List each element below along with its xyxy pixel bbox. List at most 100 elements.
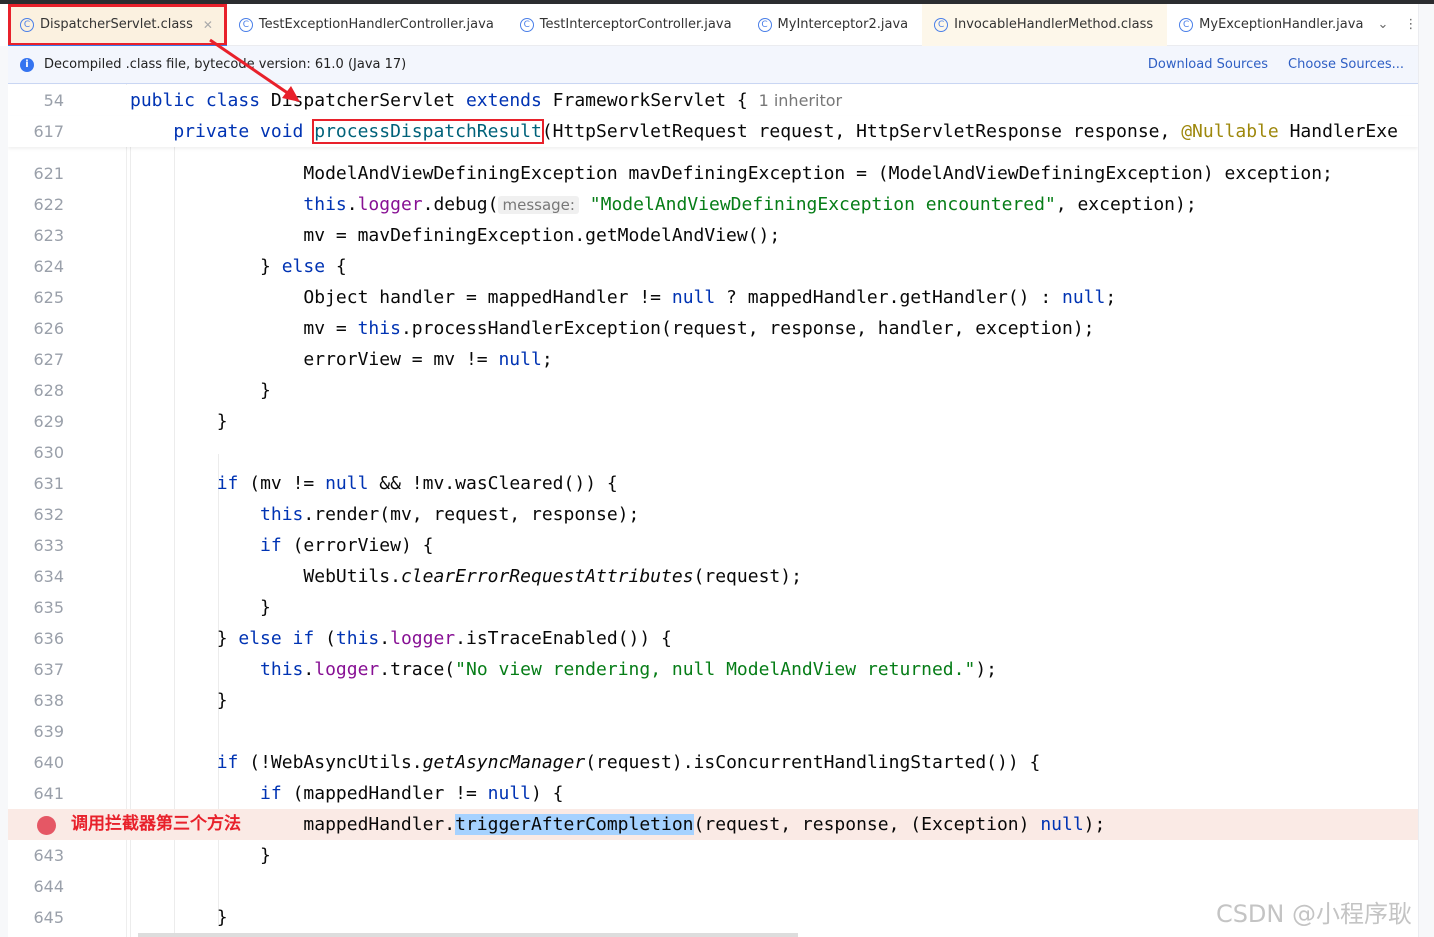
code-text: } (130, 592, 271, 623)
code-token: if (260, 535, 282, 556)
code-token: ; (1105, 287, 1117, 308)
line-number: 641 (33, 784, 64, 803)
code-text: WebUtils.clearErrorRequestAttributes(req… (130, 561, 802, 592)
code-text: } (130, 406, 228, 437)
code-token: ModelAndViewDefiningException mavDefinin… (130, 163, 1333, 184)
tab-invocablehandlermethod-class[interactable]: C InvocableHandlerMethod.class (922, 3, 1168, 46)
code-editor[interactable]: 54 public class DispatcherServlet extends… (8, 84, 1418, 937)
code-line: 636 } else if (this.logger.isTraceEnable… (8, 623, 1418, 654)
tab-testexceptionhandlercontroller-java[interactable]: C TestExceptionHandlerController.java (227, 4, 508, 46)
code-token: (request, response, (Exception) (693, 814, 1041, 835)
code-token: (request).isConcurrentHandlingStarted())… (585, 752, 1041, 773)
tab-myexceptionhandler-java[interactable]: C MyExceptionHandler.java (1167, 4, 1377, 46)
code-token: public class (130, 90, 271, 111)
code-line: 635 } (8, 592, 1418, 623)
code-token: mv = mavDefiningException.getModelAndVie… (130, 225, 781, 246)
class-icon: C (238, 17, 253, 32)
class-icon: C (934, 17, 949, 32)
code-line: 621 ModelAndViewDefiningException mavDef… (8, 158, 1418, 189)
code-line: 623 mv = mavDefiningException.getModelAn… (8, 220, 1418, 251)
code-token: .render(mv, request, response); (303, 504, 640, 525)
code-text: } (130, 685, 228, 716)
line-number: 623 (33, 226, 64, 245)
more-options-icon[interactable]: ⋮ (1404, 17, 1417, 32)
code-token: ); (1083, 814, 1106, 835)
tab-list-chevron-icon[interactable]: ⌄ (1377, 17, 1388, 32)
code-text: errorView = mv != null; (130, 344, 552, 375)
code-token: .debug( (422, 194, 499, 215)
code-line: 629 } (8, 406, 1418, 437)
class-icon: C (519, 17, 534, 32)
tab-label: MyInterceptor2.java (777, 17, 909, 32)
line-number: 624 (33, 257, 64, 276)
code-token: } (130, 628, 239, 649)
line-number: 622 (33, 195, 64, 214)
code-token: WebUtils. (130, 566, 401, 587)
code-token: (HttpServletRequest request, HttpServlet… (541, 121, 1182, 142)
code-text: mv = this.processHandlerException(reques… (130, 313, 1095, 344)
code-line: 631 if (mv != null && !mv.wasCleared()) … (8, 468, 1418, 499)
tab-dispatcherservlet-class[interactable]: C DispatcherServlet.class ✕ (8, 3, 227, 48)
code-token: ); (975, 659, 997, 680)
code-token: } (130, 690, 228, 711)
code-token: triggerAfterCompletion (455, 814, 694, 835)
code-text: private void processDispatchResult(HttpS… (130, 116, 1398, 147)
tab-testinterceptorcontroller-java[interactable]: C TestInterceptorController.java (508, 4, 746, 46)
code-line: 628 } (8, 375, 1418, 406)
code-token: HandlerExe (1289, 121, 1398, 142)
line-number: 639 (33, 722, 64, 741)
info-icon: i (20, 57, 34, 72)
code-token: this (260, 504, 304, 525)
code-token: null (498, 349, 542, 370)
line-number: 631 (33, 474, 64, 493)
code-text: } (130, 375, 271, 406)
tab-myinterceptor2-java[interactable]: C MyInterceptor2.java (746, 4, 923, 46)
line-number: 629 (33, 412, 64, 431)
code-text: ModelAndViewDefiningException mavDefinin… (130, 158, 1333, 189)
watermark: CSDN @小程序耿 (1215, 900, 1412, 928)
tab-label: TestExceptionHandlerController.java (258, 17, 494, 32)
code-text: } else if (this.logger.isTraceEnabled())… (130, 623, 672, 654)
code-line: 626 mv = this.processHandlerException(re… (8, 313, 1418, 344)
code-token: if (260, 783, 282, 804)
code-text: mappedHandler.triggerAfterCompletion(req… (130, 809, 1105, 840)
tab-label: MyExceptionHandler.java (1199, 17, 1364, 32)
code-token: mv = (130, 318, 358, 339)
line-number: 636 (33, 629, 64, 648)
code-token: } (130, 597, 271, 618)
annotation-note: 调用拦截器第三个方法 (71, 814, 241, 834)
info-text: Decompiled .class file, bytecode version… (44, 57, 407, 72)
code-line: 622 this.logger.debug(message: "ModelAnd… (8, 189, 1418, 220)
code-token: else if (238, 628, 315, 649)
code-line: 54 public class DispatcherServlet extends… (8, 85, 1418, 116)
code-token: message: (498, 196, 579, 214)
code-token: null (325, 473, 369, 494)
code-line: 643 } (8, 840, 1418, 871)
code-token: private void (130, 121, 315, 142)
code-line: 632 this.render(mv, request, response); (8, 499, 1418, 530)
class-icon: C (757, 17, 772, 32)
code-token: ( (314, 628, 336, 649)
code-token: } (130, 256, 282, 277)
code-token: && !mv.wasCleared()) { (368, 473, 618, 494)
code-token: .processHandlerException(request, respon… (400, 318, 1095, 339)
line-number: 632 (33, 505, 64, 524)
code-token: extends (465, 90, 553, 111)
class-icon: C (20, 17, 34, 32)
code-token: null (487, 783, 531, 804)
breakpoint-icon[interactable] (37, 816, 56, 835)
left-tool-strip (0, 46, 8, 937)
code-line: 625 Object handler = mappedHandler != nu… (8, 282, 1418, 313)
close-tab-icon[interactable]: ✕ (203, 18, 213, 32)
code-line: 637 this.logger.trace("No view rendering… (8, 654, 1418, 685)
choose-sources-link[interactable]: Choose Sources... (1288, 57, 1404, 72)
horizontal-scrollbar[interactable] (138, 933, 798, 937)
code-text: mv = mavDefiningException.getModelAndVie… (130, 220, 780, 251)
code-line: 调用拦截器第三个方法 mappedHandler.triggerAfterCom… (8, 809, 1418, 840)
download-sources-link[interactable]: Download Sources (1148, 57, 1268, 72)
code-token: (!WebAsyncUtils. (238, 752, 423, 773)
code-token: logger (314, 659, 380, 680)
